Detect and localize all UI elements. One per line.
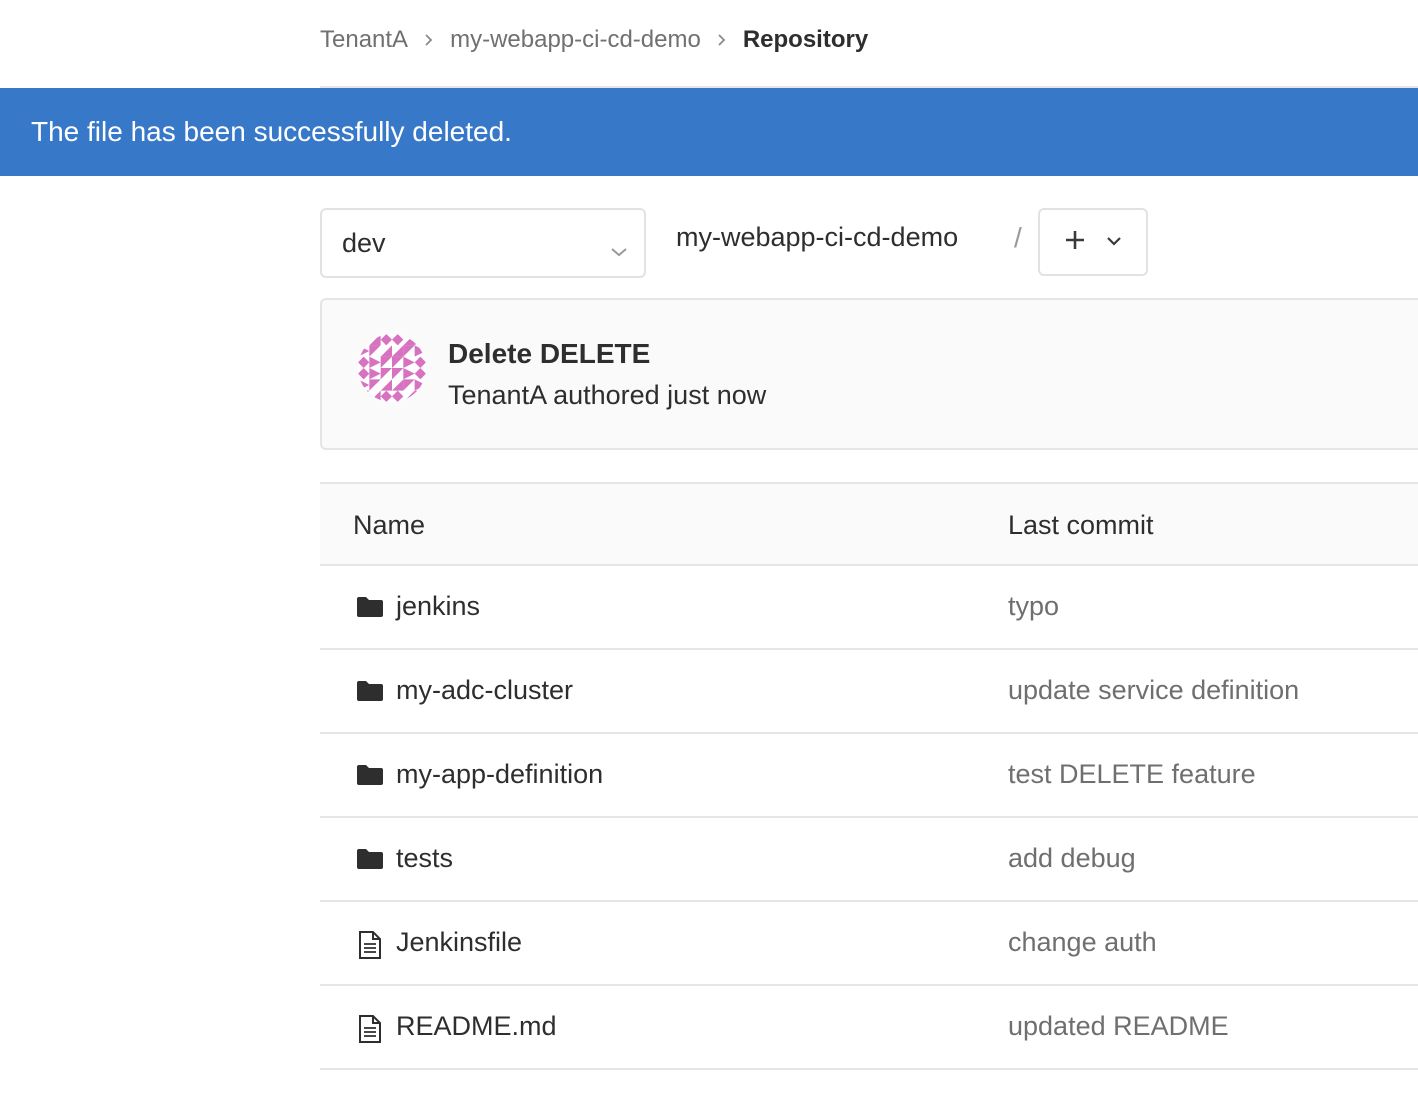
table-row[interactable]: Jenkinsfile change auth [320, 902, 1418, 986]
file-tree-table: Name Last commit jenkins typo my-adc-clu… [320, 482, 1418, 1070]
breadcrumb-current: Repository [742, 26, 869, 53]
commit-message[interactable]: add debug [1008, 843, 1136, 874]
chevron-down-icon [610, 234, 628, 265]
commit-message[interactable]: change auth [1008, 927, 1157, 958]
folder-icon [356, 680, 384, 707]
table-row[interactable]: README.md updated README [320, 986, 1418, 1070]
file-text-icon [358, 1014, 382, 1049]
column-header-name: Name [353, 510, 426, 540]
table-row[interactable]: tests add debug [320, 818, 1418, 902]
chevron-right-icon [424, 33, 434, 47]
table-row[interactable]: my-app-definition test DELETE feature [320, 734, 1418, 818]
breadcrumb: TenantA my-webapp-ci-cd-demo Repository [320, 22, 868, 58]
avatar[interactable] [358, 334, 426, 402]
table-row[interactable]: jenkins typo [320, 566, 1418, 650]
commit-meta: TenantA authored just now [448, 380, 767, 410]
chevron-down-icon [1106, 233, 1122, 251]
tree-path-project[interactable]: my-webapp-ci-cd-demo [676, 222, 958, 253]
flash-message: The file has been successfully deleted. [31, 116, 512, 147]
file-name[interactable]: README.md [396, 1011, 557, 1042]
branch-name: dev [342, 227, 386, 258]
add-to-tree-dropdown[interactable] [1038, 208, 1148, 276]
folder-icon [356, 764, 384, 791]
commit-message[interactable]: typo [1008, 591, 1059, 622]
table-header: Name Last commit [320, 482, 1418, 566]
flash-notice: The file has been successfully deleted. [0, 88, 1418, 176]
file-name[interactable]: my-adc-cluster [396, 675, 573, 706]
file-text-icon [358, 930, 382, 965]
commit-message[interactable]: update service definition [1008, 675, 1299, 706]
commit-title[interactable]: Delete DELETE [448, 338, 650, 370]
last-commit-box: Delete DELETE TenantA authored just now [320, 298, 1418, 450]
commit-message[interactable]: updated README [1008, 1011, 1229, 1042]
commit-message[interactable]: test DELETE feature [1008, 759, 1256, 790]
plus-icon [1064, 229, 1086, 256]
file-name[interactable]: my-app-definition [396, 759, 603, 790]
breadcrumb-item-tenant[interactable]: TenantA [320, 26, 408, 54]
path-separator: / [1014, 222, 1022, 253]
folder-icon [356, 848, 384, 875]
column-header-last-commit: Last commit [1008, 510, 1154, 540]
file-name[interactable]: jenkins [396, 591, 480, 622]
table-row[interactable]: my-adc-cluster update service definition [320, 650, 1418, 734]
chevron-right-icon [717, 33, 727, 47]
breadcrumb-item-project[interactable]: my-webapp-ci-cd-demo [450, 26, 701, 54]
file-name[interactable]: Jenkinsfile [396, 927, 522, 958]
file-name[interactable]: tests [396, 843, 453, 874]
folder-icon [356, 596, 384, 623]
branch-selector[interactable]: dev [320, 208, 646, 278]
